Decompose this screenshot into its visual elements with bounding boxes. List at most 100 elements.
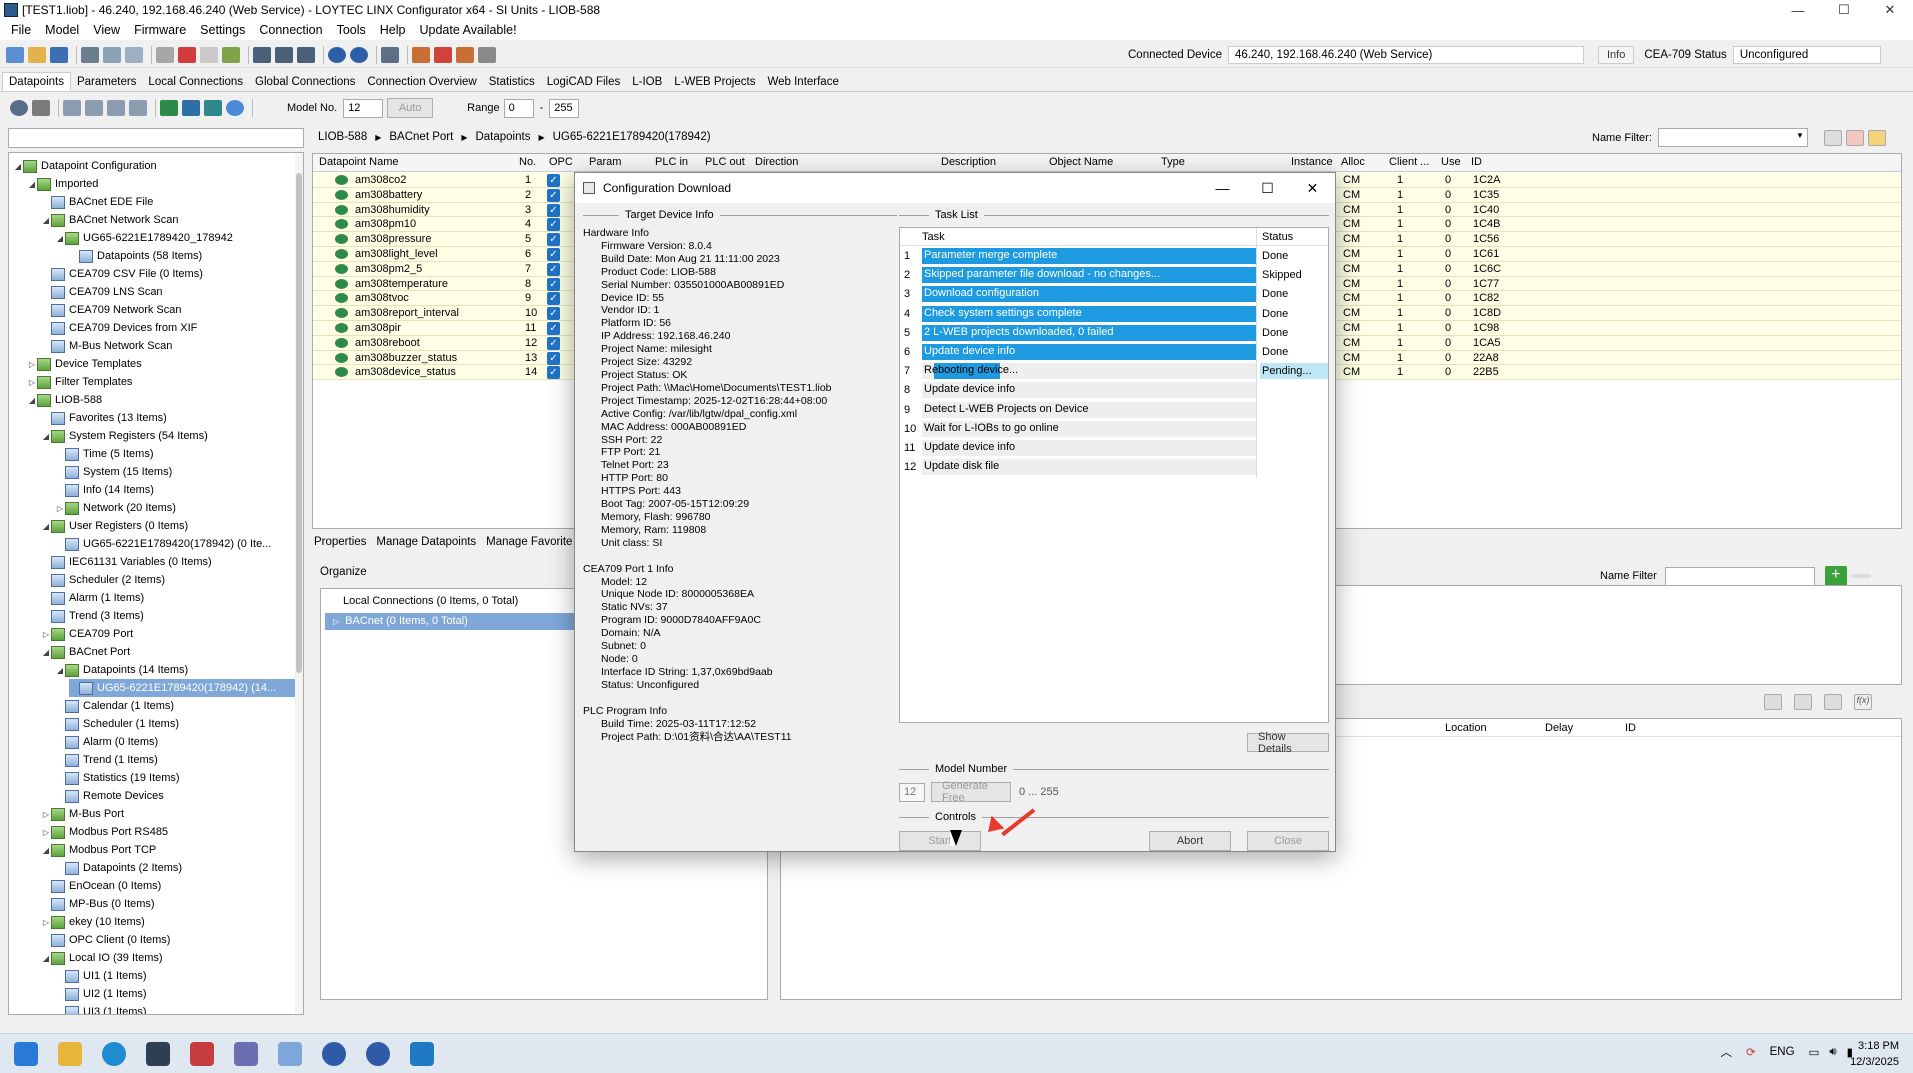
tree-node[interactable]: Calendar (1 Items) xyxy=(55,697,174,715)
save-icon[interactable] xyxy=(50,46,68,63)
list-icon[interactable] xyxy=(478,46,496,63)
plus-icon[interactable] xyxy=(1764,694,1782,710)
opc-checkbox[interactable]: ✓ xyxy=(547,233,560,247)
tree-node[interactable]: ▷ ekey (10 Items) xyxy=(41,913,145,931)
tree-node[interactable]: ◢ BACnet Network Scan xyxy=(41,211,178,229)
col-direction[interactable]: Direction xyxy=(755,156,798,168)
menu-file[interactable]: File xyxy=(4,23,38,37)
close-icon[interactable]: ✕ xyxy=(1867,0,1913,20)
menu-view[interactable]: View xyxy=(86,23,127,37)
globe-icon[interactable] xyxy=(366,1042,390,1066)
export-icon[interactable] xyxy=(434,46,452,63)
scan-icon[interactable] xyxy=(204,100,222,116)
menu-help[interactable]: Help xyxy=(373,23,413,37)
copy-icon[interactable] xyxy=(1824,694,1842,710)
collapse-arrow-icon[interactable]: ◢ xyxy=(55,234,65,243)
tree-node[interactable]: ▷ Modbus Port RS485 xyxy=(41,823,168,841)
refresh-icon[interactable] xyxy=(226,100,244,116)
breadcrumb-item[interactable]: Datapoints xyxy=(475,131,530,145)
tree-node[interactable]: Favorites (13 Items) xyxy=(41,409,167,427)
tree-scrollbar[interactable] xyxy=(295,153,303,1014)
collapse-arrow-icon[interactable]: ◢ xyxy=(41,216,51,225)
search-icon[interactable] xyxy=(278,1042,302,1066)
tree-node[interactable]: OPC Client (0 Items) xyxy=(41,931,170,949)
tree-node[interactable]: IEC61131 Variables (0 Items) xyxy=(41,553,212,571)
task-row[interactable]: 11 Update device info xyxy=(900,439,1328,458)
task-row[interactable]: 8 Update device info xyxy=(900,381,1328,400)
col-task[interactable]: Task xyxy=(922,231,945,243)
expand-arrow-icon[interactable]: ▷ xyxy=(27,378,37,387)
tree-node[interactable]: ◢ Modbus Port TCP xyxy=(41,841,156,859)
hand-icon[interactable] xyxy=(32,100,50,116)
tab-logicad-files[interactable]: LogiCAD Files xyxy=(541,73,627,91)
col-type[interactable]: Type xyxy=(1161,156,1185,168)
tree-node[interactable]: M-Bus Network Scan xyxy=(41,337,172,355)
tree-node[interactable]: CEA709 CSV File (0 Items) xyxy=(41,265,203,283)
auto-button[interactable]: Auto xyxy=(387,98,434,118)
copy-icon[interactable] xyxy=(156,46,174,63)
tree-node[interactable]: UI1 (1 Items) xyxy=(55,967,147,985)
new-icon[interactable] xyxy=(6,46,24,63)
tree-node[interactable]: Scheduler (2 Items) xyxy=(41,571,165,589)
tree-node[interactable]: ◢ Datapoint Configuration xyxy=(13,157,157,175)
gear-icon[interactable] xyxy=(10,100,28,116)
menu-tools[interactable]: Tools xyxy=(330,23,373,37)
datapoint-tree-icon[interactable] xyxy=(160,100,178,116)
minimize-icon[interactable]: — xyxy=(1775,0,1821,20)
tree-node[interactable]: ◢ Imported xyxy=(27,175,98,193)
tab-parameters[interactable]: Parameters xyxy=(71,73,142,91)
opc-checkbox[interactable]: ✓ xyxy=(547,248,560,261)
col-instance[interactable]: Instance xyxy=(1291,156,1333,168)
tree-node[interactable]: UG65-6221E1789420(178942) (14... xyxy=(69,679,303,697)
tree-node[interactable]: ◢ UG65-6221E1789420_178942 xyxy=(55,229,233,247)
tree-node[interactable]: Remote Devices xyxy=(55,787,164,805)
tab-web-interface[interactable]: Web Interface xyxy=(761,73,844,91)
menu-update-available[interactable]: Update Available! xyxy=(413,23,524,37)
tab-l-iob[interactable]: L-IOB xyxy=(626,73,668,91)
abort-button[interactable]: Abort xyxy=(1149,831,1231,851)
tree-node[interactable]: ▷ CEA709 Port xyxy=(41,625,133,643)
globe-icon[interactable] xyxy=(322,1042,346,1066)
chevron-up-icon[interactable]: ︿ xyxy=(1720,1044,1732,1060)
breadcrumb-item[interactable]: UG65-6221E1789420(178942) xyxy=(553,131,711,145)
expand-arrow-icon[interactable]: ▷ xyxy=(41,810,51,819)
collapse-arrow-icon[interactable]: ◢ xyxy=(41,954,51,963)
collapse-arrow-icon[interactable]: ◢ xyxy=(13,162,23,171)
add-icon[interactable] xyxy=(222,46,240,63)
app-icon[interactable] xyxy=(190,1042,214,1066)
maximize-icon[interactable]: ☐ xyxy=(1821,0,1867,20)
col-object-name[interactable]: Object Name xyxy=(1049,156,1113,168)
menu-settings[interactable]: Settings xyxy=(193,23,252,37)
tree-node[interactable]: Datapoints (2 Items) xyxy=(55,859,182,877)
col-datapoint-name[interactable]: Datapoint Name xyxy=(319,156,399,168)
clear-filter-icon[interactable] xyxy=(1845,129,1864,146)
tree-node[interactable]: ▷ Network (20 Items) xyxy=(55,499,176,517)
col-delay[interactable]: Delay xyxy=(1545,722,1573,734)
opc-checkbox[interactable]: ✓ xyxy=(547,307,560,321)
task-row[interactable]: 12 Update disk file xyxy=(900,458,1328,477)
col-plc-in[interactable]: PLC in xyxy=(655,156,688,168)
modbus-icon[interactable] xyxy=(107,100,125,116)
expand-arrow-icon[interactable]: ▷ xyxy=(333,617,339,626)
collapse-arrow-icon[interactable]: ◢ xyxy=(41,648,51,657)
tree-node[interactable]: Statistics (19 Items) xyxy=(55,769,180,787)
expand-arrow-icon[interactable]: ▷ xyxy=(41,630,51,639)
tree-node[interactable]: Datapoints (58 Items) xyxy=(69,247,202,265)
col-id[interactable]: ID xyxy=(1625,722,1636,734)
name-filter-select[interactable]: ▼ xyxy=(1657,128,1808,147)
model-no-input[interactable]: 12 xyxy=(343,98,384,118)
tree-node[interactable]: Trend (1 Items) xyxy=(55,751,158,769)
network-tool-icon[interactable] xyxy=(234,1042,258,1066)
range-to-input[interactable]: 255 xyxy=(549,98,580,118)
tab-l-web-projects[interactable]: L-WEB Projects xyxy=(668,73,761,91)
task-row[interactable]: 1 Parameter merge complete Done xyxy=(900,247,1328,266)
tree-node[interactable]: CEA709 Devices from XIF xyxy=(41,319,197,337)
close-button[interactable]: Close xyxy=(1247,831,1329,851)
col-param[interactable]: Param xyxy=(589,156,621,168)
tree-node[interactable]: UI2 (1 Items) xyxy=(55,985,147,1003)
menu-connection[interactable]: Connection xyxy=(252,23,329,37)
collapse-arrow-icon[interactable]: ◢ xyxy=(41,522,51,531)
task-row[interactable]: 7 Rebooting device... Pending... xyxy=(900,362,1328,381)
task-row[interactable]: 9 Detect L-WEB Projects on Device xyxy=(900,401,1328,420)
task-row[interactable]: 4 Check system settings complete Done xyxy=(900,305,1328,324)
